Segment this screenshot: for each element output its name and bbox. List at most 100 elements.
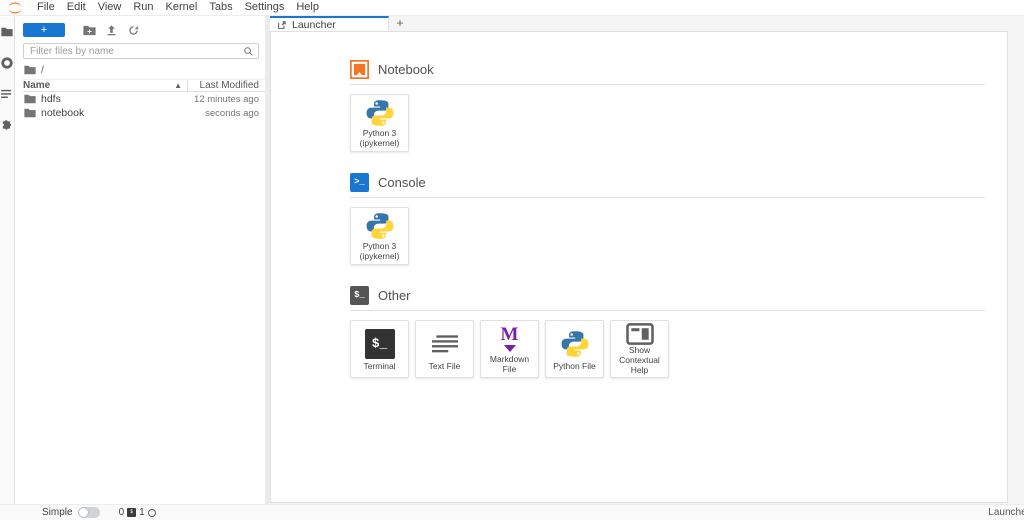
menu-items: File Edit View Run Kernel Tabs Settings … — [31, 0, 325, 15]
console-icon: >_ — [350, 173, 369, 192]
folder-icon — [24, 94, 36, 104]
python-logo-icon — [365, 211, 395, 241]
launcher-card-contextual-help[interactable]: Show Contextual Help — [610, 320, 669, 378]
jupyter-logo-icon — [5, 2, 25, 14]
file-browser-toolbar: + — [23, 20, 259, 40]
home-folder-icon[interactable] — [24, 65, 36, 75]
breadcrumb: / — [24, 63, 259, 77]
card-label: Text File — [429, 361, 461, 371]
other-cards: $_ Terminal Text — [350, 320, 985, 378]
section-title: Notebook — [378, 62, 434, 77]
section-notebook-header: Notebook — [350, 59, 985, 79]
file-browser-icon[interactable] — [1, 26, 13, 38]
card-label: Python File — [553, 361, 596, 371]
section-notebook: Notebook Python 3 (ipykernel) — [350, 59, 985, 152]
current-activity-label: Launcher — [988, 507, 1024, 518]
launcher-panel: Notebook Python 3 (ipykernel) >_ — [270, 31, 1008, 503]
section-divider — [350, 197, 985, 198]
section-console-header: >_ Console — [350, 172, 985, 192]
tab-bar: Launcher + — [270, 16, 1024, 31]
launcher-card-notebook-python3[interactable]: Python 3 (ipykernel) — [350, 94, 409, 152]
section-title: Other — [378, 288, 411, 303]
name-header-label: Name — [23, 80, 50, 91]
launcher-card-text-file[interactable]: Text File — [415, 320, 474, 378]
launcher-card-markdown-file[interactable]: M Markdown File — [480, 320, 539, 378]
section-title: Console — [378, 175, 426, 190]
file-row-notebook[interactable]: notebook seconds ago — [16, 106, 265, 120]
console-cards: Python 3 (ipykernel) — [350, 207, 985, 265]
sort-ascending-icon: ▲ — [174, 81, 182, 90]
activity-bar — [0, 17, 15, 504]
kernels-count: 1 — [139, 507, 145, 518]
new-tab-button[interactable]: + — [389, 16, 411, 31]
new-launcher-button[interactable]: + — [23, 23, 65, 37]
menu-item-tabs[interactable]: Tabs — [203, 0, 238, 15]
column-header-last-modified[interactable]: Last Modified — [187, 80, 265, 92]
card-label: Python 3 — [363, 128, 397, 138]
file-modified: 12 minutes ago — [194, 94, 265, 105]
simple-mode-label: Simple — [42, 507, 73, 518]
card-label: Markdown File — [483, 354, 536, 374]
menu-bar: File Edit View Run Kernel Tabs Settings … — [0, 0, 1024, 16]
status-bar-left: Simple 0 $ 1 — [42, 507, 156, 518]
menu-item-help[interactable]: Help — [290, 0, 325, 15]
notebook-cards: Python 3 (ipykernel) — [350, 94, 985, 152]
search-icon — [243, 46, 254, 57]
markdown-icon: M — [501, 324, 519, 354]
refresh-icon[interactable] — [122, 23, 144, 38]
card-label: Show Contextual Help — [613, 345, 666, 376]
menu-item-kernel[interactable]: Kernel — [160, 0, 204, 15]
launcher-tab-icon — [277, 20, 287, 30]
toggle-knob — [79, 508, 88, 517]
file-browser-panel: + — [16, 17, 265, 504]
card-label: Python 3 — [363, 241, 397, 251]
menu-item-edit[interactable]: Edit — [61, 0, 92, 15]
contextual-help-icon — [626, 323, 654, 345]
launcher-card-python-file[interactable]: Python File — [545, 320, 604, 378]
file-name: notebook — [41, 107, 84, 119]
terminal-status-icon: $ — [127, 508, 136, 517]
file-list-header: Name ▲ Last Modified — [23, 79, 265, 92]
section-divider — [350, 84, 985, 85]
terminal-icon: $_ — [365, 327, 395, 361]
section-console: >_ Console Python 3 (ipykernel) — [350, 172, 985, 265]
launcher-card-console-python3[interactable]: Python 3 (ipykernel) — [350, 207, 409, 265]
python-logo-icon — [365, 98, 395, 128]
extension-manager-icon[interactable] — [1, 119, 13, 131]
running-kernels-icon[interactable] — [1, 57, 13, 69]
notebook-icon — [350, 60, 369, 79]
menu-item-run[interactable]: Run — [127, 0, 159, 15]
main-dock: Launcher + Notebook — [270, 16, 1024, 504]
section-other: $_ Other $_ Terminal — [350, 285, 985, 378]
kernel-terminal-counts[interactable]: 0 $ 1 — [119, 507, 156, 518]
kernel-status-icon — [148, 509, 156, 517]
tab-launcher[interactable]: Launcher — [270, 16, 389, 31]
python-logo-icon — [560, 327, 590, 361]
card-sublabel: (ipykernel) — [360, 138, 400, 148]
filter-files-box — [23, 43, 259, 59]
breadcrumb-root[interactable]: / — [41, 64, 44, 76]
menu-item-view[interactable]: View — [92, 0, 128, 15]
folder-icon — [24, 108, 36, 118]
menu-item-settings[interactable]: Settings — [239, 0, 291, 15]
launcher-card-terminal[interactable]: $_ Terminal — [350, 320, 409, 378]
new-folder-icon[interactable] — [78, 23, 100, 38]
card-sublabel: (ipykernel) — [360, 251, 400, 261]
text-file-icon — [432, 327, 458, 361]
file-name: hdfs — [41, 93, 61, 105]
upload-icon[interactable] — [100, 23, 122, 38]
file-row-hdfs[interactable]: hdfs 12 minutes ago — [16, 92, 265, 106]
terminals-count: 0 — [119, 507, 125, 518]
simple-mode-toggle[interactable] — [78, 507, 100, 518]
terminal-icon: $_ — [350, 286, 369, 305]
status-bar: Simple 0 $ 1 Launcher — [0, 504, 1024, 520]
column-header-name[interactable]: Name ▲ — [23, 80, 187, 91]
launcher-tab-label: Launcher — [292, 19, 336, 31]
section-divider — [350, 310, 985, 311]
table-of-contents-icon[interactable] — [1, 88, 13, 100]
launcher-body: Notebook Python 3 (ipykernel) >_ — [271, 32, 1007, 378]
section-other-header: $_ Other — [350, 285, 985, 305]
card-label: Terminal — [363, 361, 395, 371]
filter-files-input[interactable] — [28, 45, 243, 58]
menu-item-file[interactable]: File — [31, 0, 61, 15]
